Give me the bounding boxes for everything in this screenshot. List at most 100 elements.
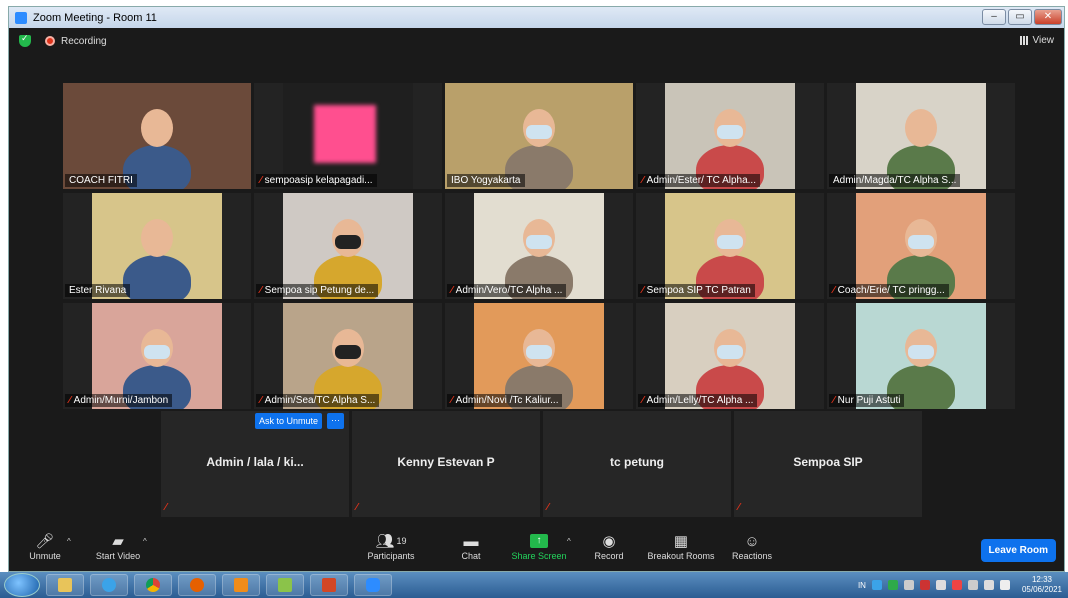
tray-bluetooth-icon[interactable]	[983, 580, 994, 590]
windows-taskbar: IN 12:33 05/06/2021	[0, 572, 1068, 598]
unmute-button[interactable]: 🎤︎ Unmute	[25, 531, 65, 561]
participant-video-tile[interactable]: Ester Rivana	[63, 193, 251, 299]
tray-drive-icon[interactable]	[887, 580, 898, 590]
view-button[interactable]: View	[1019, 35, 1055, 46]
microphone-muted-icon: ⁄	[165, 502, 167, 513]
participant-name: Admin/Ester/ TC Alpha...	[646, 175, 756, 186]
taskbar-presentation[interactable]	[310, 574, 348, 596]
tray-flag-icon[interactable]	[935, 580, 946, 590]
chat-label: Chat	[461, 551, 481, 561]
participant-video-tile[interactable]: ⁄ Admin/Lelly/TC Alpha ...	[636, 303, 824, 409]
close-button[interactable]: ✕	[1034, 9, 1062, 25]
leave-room-button[interactable]: Leave Room	[980, 539, 1056, 562]
chat-icon: ▬	[463, 532, 479, 550]
share-screen-label: Share Screen	[511, 551, 567, 561]
participants-label: Participants	[367, 551, 415, 561]
minimize-button[interactable]: –	[982, 9, 1006, 25]
participant-name-bar: ⁄ Coach/Erie/ TC pringg...	[829, 284, 949, 297]
participant-name-bar: ⁄ Admin/Ester/ TC Alpha...	[638, 174, 760, 187]
participants-button[interactable]: 👥︎ 19 Participants	[361, 531, 421, 561]
window-title: Zoom Meeting - Room 11	[33, 11, 157, 24]
tray-volume-icon[interactable]	[999, 580, 1010, 590]
security-shield-icon[interactable]	[19, 33, 31, 47]
firefox-icon	[190, 578, 204, 592]
participant-name-bar: Ester Rivana	[65, 284, 131, 297]
more-options-button[interactable]: ···	[327, 413, 344, 429]
share-screen-icon: ↑	[530, 534, 548, 548]
share-options-chevron-icon[interactable]: ^	[567, 537, 571, 546]
participant-video-tile[interactable]: ⁄ sempoasip kelapagadi...	[254, 83, 442, 189]
unmute-label: Unmute	[29, 551, 61, 561]
reactions-button[interactable]: ☺ Reactions	[727, 531, 777, 562]
participant-video-tile[interactable]: ⁄ Admin/Murni/Jambon	[63, 303, 251, 409]
taskbar-player[interactable]	[222, 574, 260, 596]
media-player-icon	[234, 578, 248, 592]
clock[interactable]: 12:33 05/06/2021	[1022, 575, 1062, 595]
meeting-controls: 🎤︎ Unmute ^ ▰ Start Video ^ 👥︎ 19 Partici…	[9, 527, 1064, 571]
participant-video-tile[interactable]: IBO Yogyakarta	[445, 83, 633, 189]
breakout-rooms-icon: ▦	[673, 533, 689, 550]
breakout-rooms-button[interactable]: ▦ Breakout Rooms	[643, 531, 719, 561]
reactions-icon: ☺	[744, 532, 760, 550]
tray-cloud-icon[interactable]	[871, 580, 882, 590]
internet-explorer-icon	[102, 578, 116, 592]
folder-icon	[58, 578, 72, 592]
participant-name-bar: ⁄ Admin/Sea/TC Alpha S...	[256, 394, 380, 407]
participant-audio-tile[interactable]: tc petung ⁄	[543, 411, 731, 517]
participant-audio-tile[interactable]: Sempoa SIP ⁄	[734, 411, 922, 517]
language-indicator[interactable]: IN	[858, 581, 866, 590]
participant-name-bar: ⁄ Admin/Novi /Tc Kaliur...	[447, 394, 563, 407]
participant-video-tile[interactable]: ⁄ Sempoa sip Petung de...	[254, 193, 442, 299]
participant-audio-tile[interactable]: Kenny Estevan P ⁄	[352, 411, 540, 517]
taskbar-explorer[interactable]	[46, 574, 84, 596]
participant-video-tile[interactable]: Admin/Magda/TC Alpha S...	[827, 83, 1015, 189]
taskbar-ie[interactable]	[90, 574, 128, 596]
grid-view-icon	[1019, 36, 1029, 45]
audio-options-chevron-icon[interactable]: ^	[67, 537, 71, 546]
face-mask	[717, 125, 743, 139]
participant-name-bar: ⁄ sempoasip kelapagadi...	[256, 174, 377, 187]
participant-name: COACH FITRI	[69, 175, 133, 186]
participant-name: Ester Rivana	[69, 285, 127, 296]
start-button[interactable]	[4, 573, 40, 597]
face-mask	[526, 235, 552, 249]
participant-video-tile[interactable]: ⁄ Admin/Sea/TC Alpha S...	[254, 303, 442, 409]
title-bar: Zoom Meeting - Room 11 – ▭ ✕	[9, 7, 1064, 28]
record-icon: ◉	[602, 533, 616, 550]
participant-video-tile[interactable]: ⁄ Admin/Novi /Tc Kaliur...	[445, 303, 633, 409]
tray-network-icon[interactable]	[967, 580, 978, 590]
record-label: Record	[594, 551, 624, 561]
recording-label[interactable]: Recording	[61, 36, 107, 47]
breakout-rooms-label: Breakout Rooms	[647, 551, 715, 561]
participant-video-tile[interactable]: COACH FITRI	[63, 83, 251, 189]
microphone-muted-icon: ⁄	[642, 395, 644, 406]
taskbar-chrome[interactable]	[134, 574, 172, 596]
recording-icon	[45, 36, 55, 46]
face-mask	[717, 345, 743, 359]
microphone-muted-icon: ⁄	[260, 395, 262, 406]
taskbar-app-6[interactable]	[266, 574, 304, 596]
tray-alert-icon[interactable]	[951, 580, 962, 590]
share-screen-button[interactable]: ↑ Share Screen	[509, 531, 569, 561]
participant-video-tile[interactable]: ⁄ Admin/Vero/TC Alpha ...	[445, 193, 633, 299]
reactions-label: Reactions	[731, 551, 773, 561]
taskbar-firefox[interactable]	[178, 574, 216, 596]
record-button[interactable]: ◉ Record	[589, 531, 629, 561]
participant-video-tile[interactable]: ⁄ Nur Puji Astuti	[827, 303, 1015, 409]
start-video-button[interactable]: ▰ Start Video	[91, 531, 145, 561]
microphone-muted-icon: ⁄	[451, 285, 453, 296]
participant-name: Sempoa sip Petung de...	[264, 285, 375, 296]
chat-button[interactable]: ▬ Chat	[451, 531, 491, 562]
participant-video-tile[interactable]: ⁄ Admin/Ester/ TC Alpha...	[636, 83, 824, 189]
microphone-muted-icon: ⁄	[260, 175, 262, 186]
ask-to-unmute-button[interactable]: Ask to Unmute	[255, 413, 323, 429]
participant-video-tile[interactable]: ⁄ Sempoa SIP TC Patran	[636, 193, 824, 299]
participant-name: Admin/Magda/TC Alpha S...	[833, 175, 957, 186]
tray-app-icon[interactable]	[903, 580, 914, 590]
restore-button[interactable]: ▭	[1008, 9, 1032, 25]
tray-antivirus-icon[interactable]	[919, 580, 930, 590]
taskbar-zoom[interactable]	[354, 574, 392, 596]
video-options-chevron-icon[interactable]: ^	[143, 537, 147, 546]
participant-video-tile[interactable]: ⁄ Coach/Erie/ TC pringg...	[827, 193, 1015, 299]
view-label: View	[1032, 35, 1055, 46]
